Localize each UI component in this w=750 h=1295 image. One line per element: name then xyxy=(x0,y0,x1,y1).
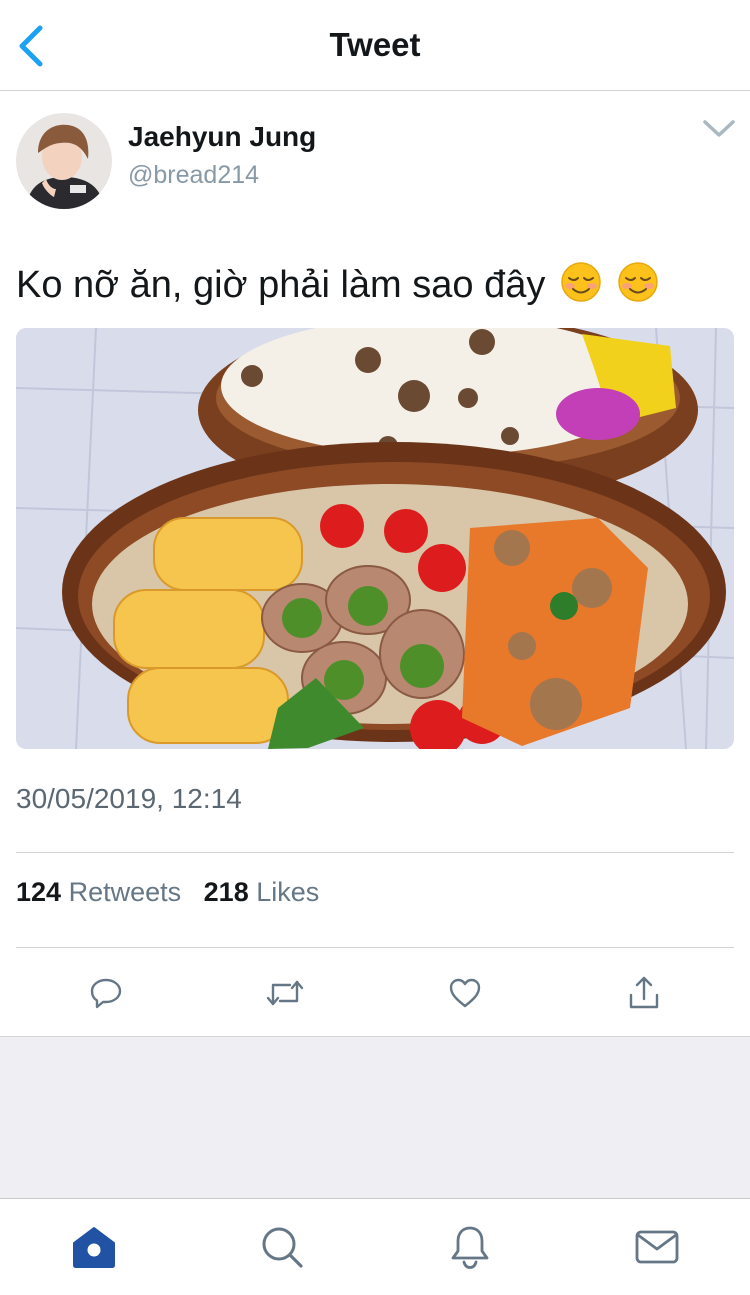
divider xyxy=(16,852,734,853)
retweets-stat[interactable]: 124 Retweets xyxy=(16,877,181,907)
notifications-icon xyxy=(451,1226,489,1269)
chevron-down-icon xyxy=(703,120,735,137)
messages-icon xyxy=(635,1230,679,1264)
more-options-button[interactable] xyxy=(700,115,738,143)
tweet-actions xyxy=(0,969,750,1017)
divider xyxy=(16,947,734,948)
reply-button[interactable] xyxy=(82,969,130,1017)
like-icon xyxy=(449,978,481,1008)
likes-count: 218 xyxy=(203,877,249,907)
page-title: Tweet xyxy=(329,26,421,63)
retweets-label: Retweets xyxy=(68,877,182,907)
retweet-button[interactable] xyxy=(261,969,309,1017)
retweet-icon xyxy=(266,980,304,1006)
avatar[interactable] xyxy=(16,113,112,209)
likes-label: Likes xyxy=(256,877,320,907)
share-icon xyxy=(629,976,659,1009)
smiling-face-icon xyxy=(561,262,601,302)
retweets-count: 124 xyxy=(16,877,62,907)
tab-notifications[interactable] xyxy=(444,1221,496,1273)
tweet-timestamp: 30/05/2019, 12:14 xyxy=(16,783,242,814)
likes-stat[interactable]: 218 Likes xyxy=(204,877,320,907)
reply-icon xyxy=(90,978,122,1009)
tweet-photo[interactable] xyxy=(16,328,734,749)
tab-messages[interactable] xyxy=(631,1221,683,1273)
like-button[interactable] xyxy=(441,969,489,1017)
share-button[interactable] xyxy=(620,969,668,1017)
tab-search[interactable] xyxy=(256,1221,308,1273)
tweet-text: Ko nỡ ăn, giờ phải làm sao đây xyxy=(16,261,659,307)
tweet-text-content: Ko nỡ ăn, giờ phải làm sao đây xyxy=(16,264,546,306)
smiling-face-icon xyxy=(617,262,658,302)
tab-home[interactable] xyxy=(68,1221,120,1273)
user-handle[interactable]: @bread214 xyxy=(128,161,259,190)
tweet-detail: Jaehyun Jung @bread214 Ko nỡ ăn, giờ phả… xyxy=(0,91,750,1037)
top-nav-bar: Tweet xyxy=(0,0,750,91)
bottom-tab-bar xyxy=(0,1198,750,1295)
display-name[interactable]: Jaehyun Jung xyxy=(128,121,316,153)
home-icon xyxy=(73,1227,115,1268)
tweet-stats: 124 Retweets 218 Likes xyxy=(16,877,319,908)
search-icon xyxy=(262,1227,303,1268)
